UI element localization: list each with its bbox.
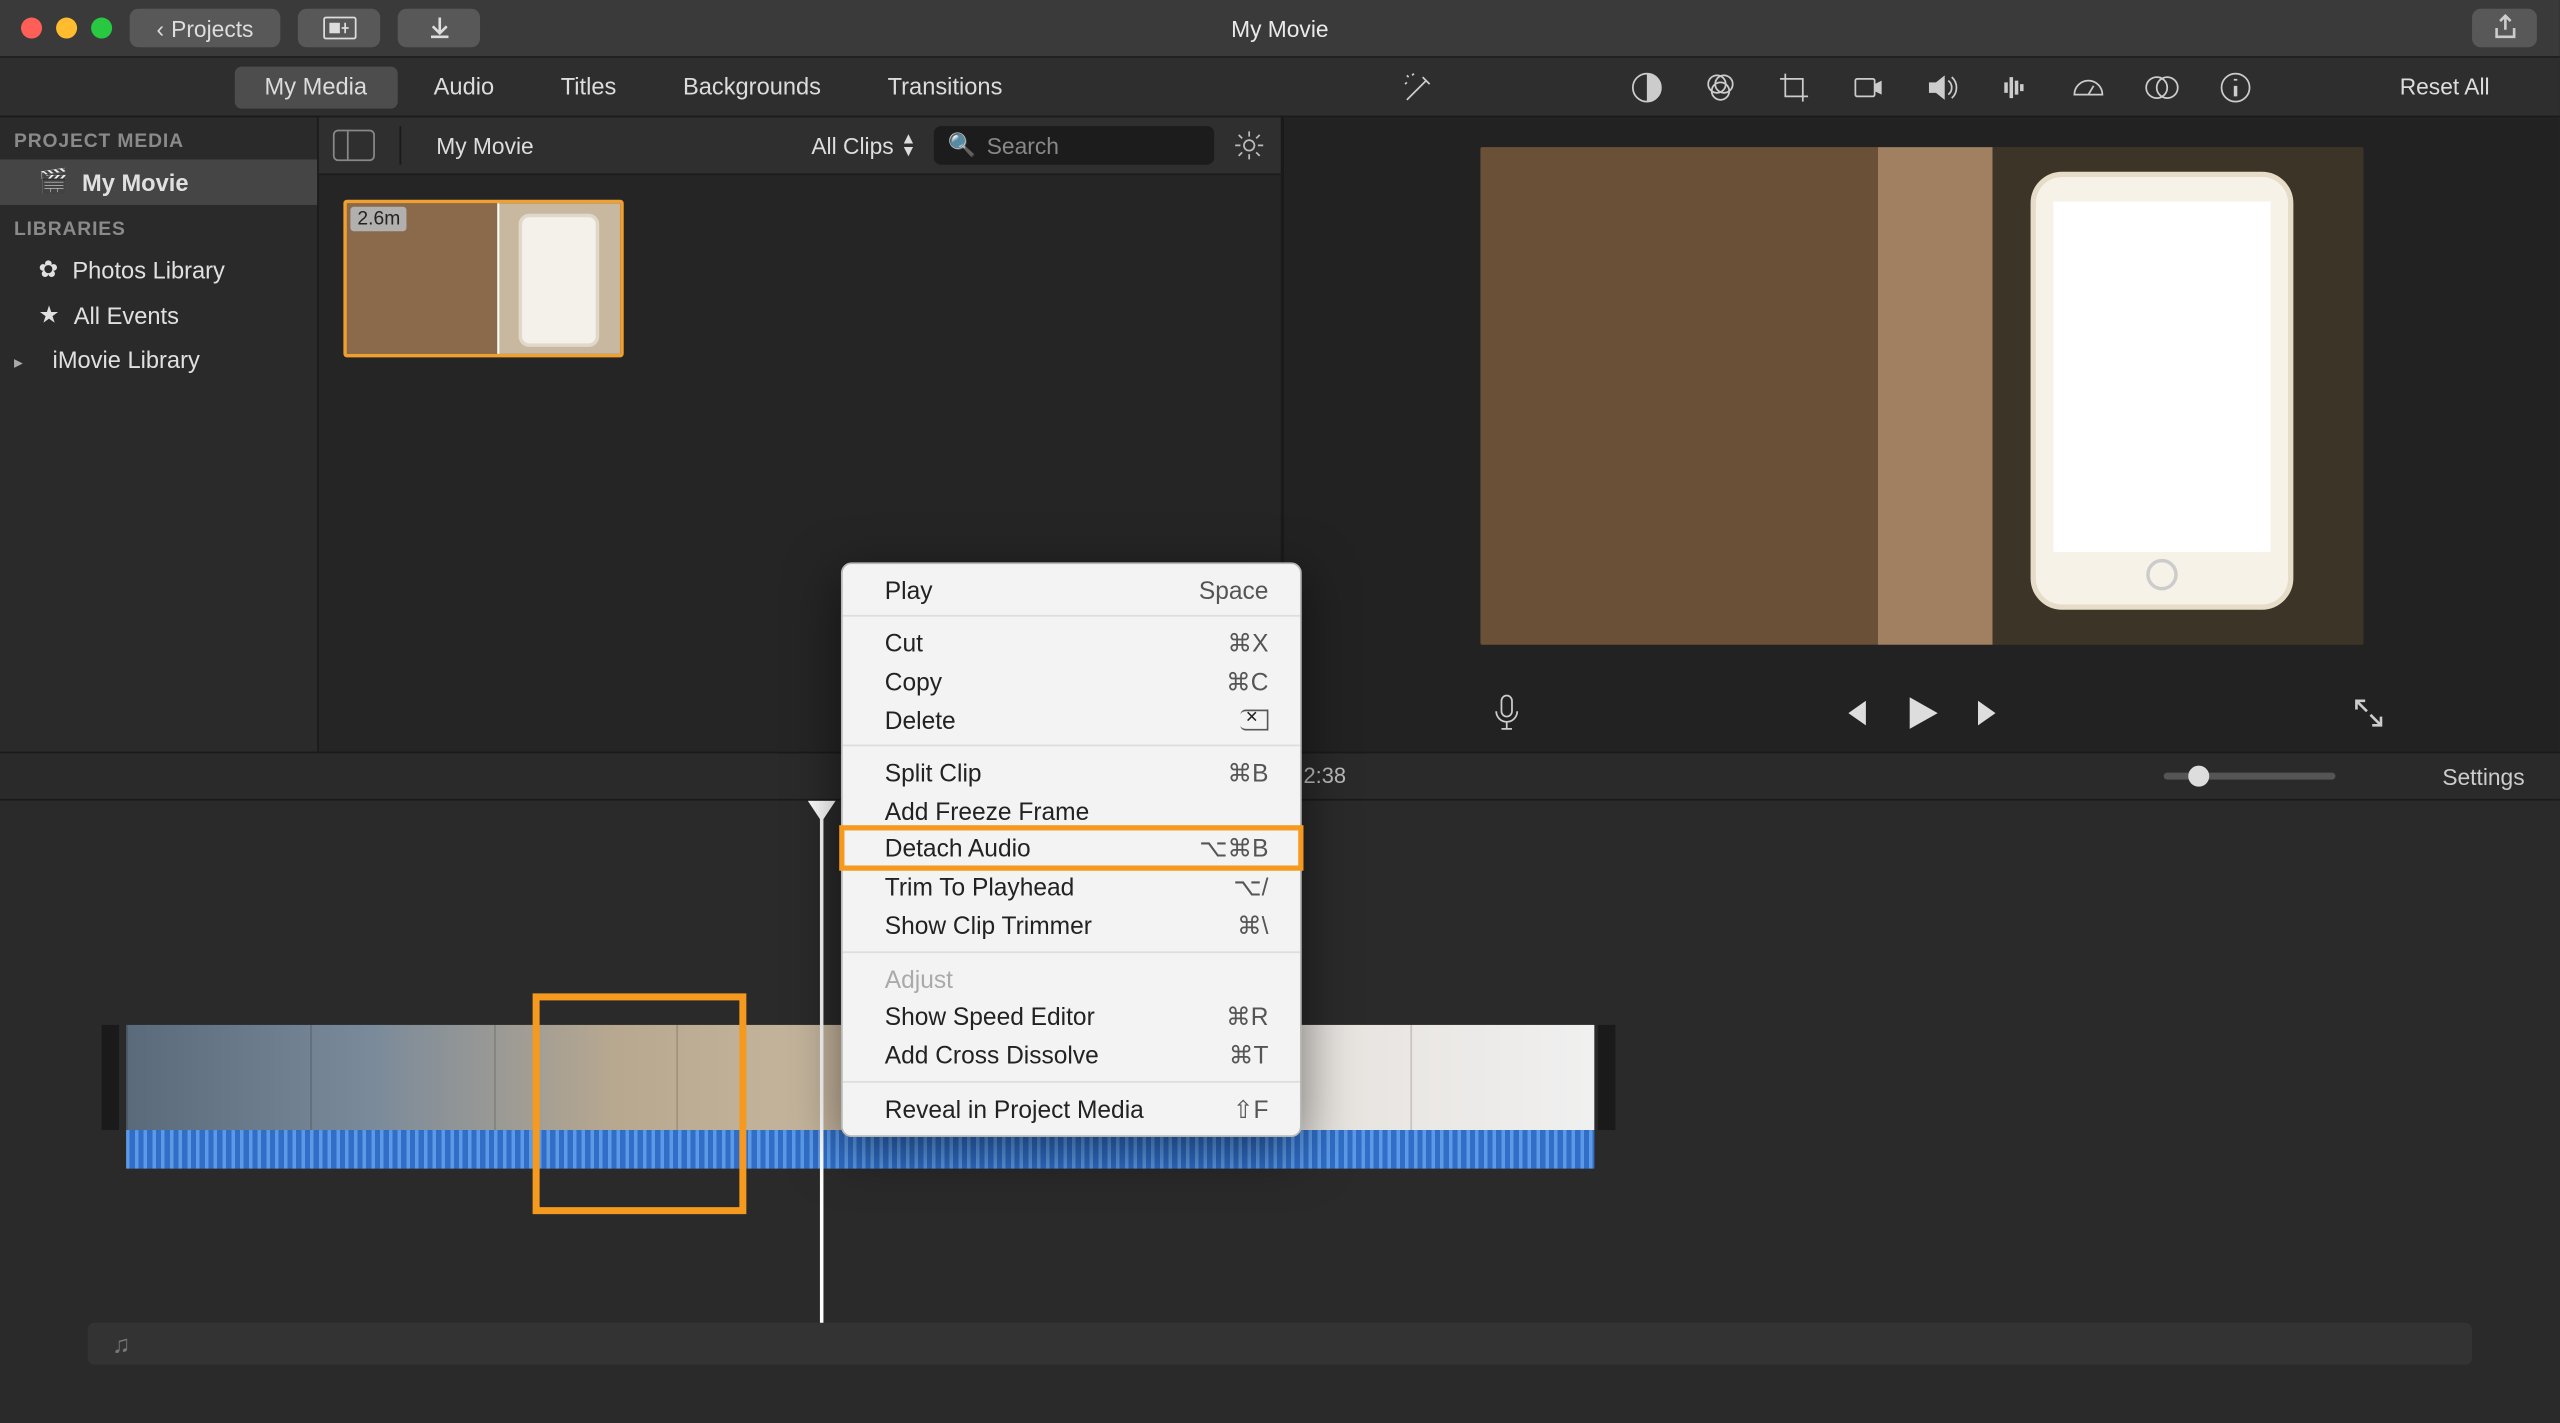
divider [399,126,401,165]
ctx-play[interactable]: PlaySpace [843,571,1300,608]
crop-icon[interactable] [1777,69,1812,104]
import-media-button[interactable] [298,9,380,48]
projects-button[interactable]: ‹ Projects [130,9,281,48]
reset-all-button[interactable]: Reset All [2400,74,2490,100]
voiceover-icon[interactable] [1491,694,1523,733]
ctx-separator [843,745,1300,747]
browser-toolbar: My Movie All Clips ▲▼ 🔍 Search [319,117,1281,175]
selected-clip-highlight [533,993,747,1214]
ctx-show-speed-editor[interactable]: Show Speed Editor⌘R [843,997,1300,1036]
sidebar-heading-project-media: PROJECT MEDIA [0,117,317,159]
media-clip-thumbnail[interactable]: 2.6m [343,200,623,358]
ctx-split-clip[interactable]: Split Clip⌘B [843,753,1300,792]
ctx-detach-audio[interactable]: Detach Audio⌥⌘B [843,829,1300,868]
clip-filter-dropdown[interactable]: All Clips ▲▼ [811,132,916,158]
ctx-trim-to-playhead[interactable]: Trim To Playhead⌥/ [843,867,1300,906]
viewer-canvas [1284,117,2559,674]
background-music-track[interactable]: ♫ [88,1323,2472,1365]
fullscreen-icon[interactable] [2353,697,2385,729]
next-frame-button[interactable] [1975,697,2007,729]
timeline-settings-button[interactable]: Settings [2442,763,2524,789]
clapper-icon: 🎬 [39,168,68,196]
timeline-duration: 2:38 [1303,764,1346,789]
tab-audio[interactable]: Audio [404,57,524,117]
browser-breadcrumb: My Movie [436,132,533,158]
updown-icon: ▲▼ [901,133,917,158]
prev-frame-button[interactable] [1838,697,1870,729]
info-icon[interactable] [2218,69,2253,104]
ctx-separator [843,615,1300,617]
download-button[interactable] [398,9,480,48]
titlebar: ‹ Projects My Movie [0,0,2560,58]
color-correction-icon[interactable] [1703,69,1738,104]
thumbnail-content [519,214,600,347]
ctx-adjust: Adjust [843,960,1300,997]
sidebar-heading-libraries: LIBRARIES [0,205,317,247]
enhance-wand-icon[interactable] [1402,69,1437,104]
sidebar-item-photos-library[interactable]: ✿ Photos Library [0,247,317,293]
timeline-zoom-slider[interactable] [2164,773,2336,780]
search-input[interactable]: 🔍 Search [934,126,1214,165]
search-placeholder: Search [987,132,1059,158]
library-tabs-row: My Media Audio Titles Backgrounds Transi… [0,58,2560,118]
clip-end-handle[interactable] [1598,1025,1616,1130]
close-window-icon[interactable] [21,18,42,39]
video-effects-icon[interactable] [2144,69,2179,104]
sidebar-item-all-events[interactable]: ★ All Events [0,293,317,339]
music-note-icon: ♫ [112,1330,130,1358]
sidebar-item-imovie-library[interactable]: iMovie Library [0,338,317,382]
ctx-separator [843,1081,1300,1083]
toggle-sidebar-icon[interactable] [333,130,375,162]
minimize-window-icon[interactable] [56,18,77,39]
play-button[interactable] [1901,692,1943,734]
speed-icon[interactable] [2071,69,2106,104]
ctx-separator [843,951,1300,953]
ctx-delete[interactable]: Delete [843,701,1300,738]
noise-reduction-icon[interactable] [1997,69,2032,104]
ctx-cut[interactable]: Cut⌘X [843,624,1300,663]
sidebar: PROJECT MEDIA 🎬 My Movie LIBRARIES ✿ Pho… [0,117,319,751]
stabilization-icon[interactable] [1850,69,1885,104]
projects-label: Projects [171,15,253,41]
document-title: My Movie [1231,15,1328,41]
preview-frame [1480,147,2363,645]
ctx-show-clip-trimmer[interactable]: Show Clip Trimmer⌘\ [843,906,1300,945]
context-menu: PlaySpace Cut⌘X Copy⌘C Delete Split Clip… [841,562,1302,1137]
preview-content [2031,172,2294,610]
clip-start-handle[interactable] [102,1025,120,1130]
search-icon: 🔍 [948,131,976,159]
tab-transitions[interactable]: Transitions [858,57,1032,117]
window-controls [21,18,112,39]
browser-settings-icon[interactable] [1232,128,1267,163]
tab-backgrounds[interactable]: Backgrounds [653,57,851,117]
flower-icon: ✿ [39,256,59,284]
ctx-copy[interactable]: Copy⌘C [843,662,1300,701]
tab-titles[interactable]: Titles [531,57,646,117]
sidebar-item-my-movie[interactable]: 🎬 My Movie [0,159,317,205]
tab-my-media[interactable]: My Media [235,66,397,108]
ctx-reveal-in-project-media[interactable]: Reveal in Project Media⇧F [843,1090,1300,1129]
zoom-window-icon[interactable] [91,18,112,39]
chevron-left-icon: ‹ [157,15,165,41]
library-tabs: My Media Audio Titles Backgrounds Transi… [235,57,1032,117]
clip-duration-badge: 2.6m [350,207,407,232]
adjust-toolbar [1402,69,2315,104]
playback-controls [1284,675,2559,752]
star-icon: ★ [39,301,60,329]
share-button[interactable] [2472,9,2537,48]
color-balance-icon[interactable] [1629,69,1664,104]
viewer-panel [1284,117,2559,751]
volume-icon[interactable] [1924,69,1959,104]
ctx-add-freeze-frame[interactable]: Add Freeze Frame [843,792,1300,829]
ctx-add-cross-dissolve[interactable]: Add Cross Dissolve⌘T [843,1035,1300,1074]
playhead[interactable] [820,804,824,1330]
delete-key-icon [1240,709,1268,730]
